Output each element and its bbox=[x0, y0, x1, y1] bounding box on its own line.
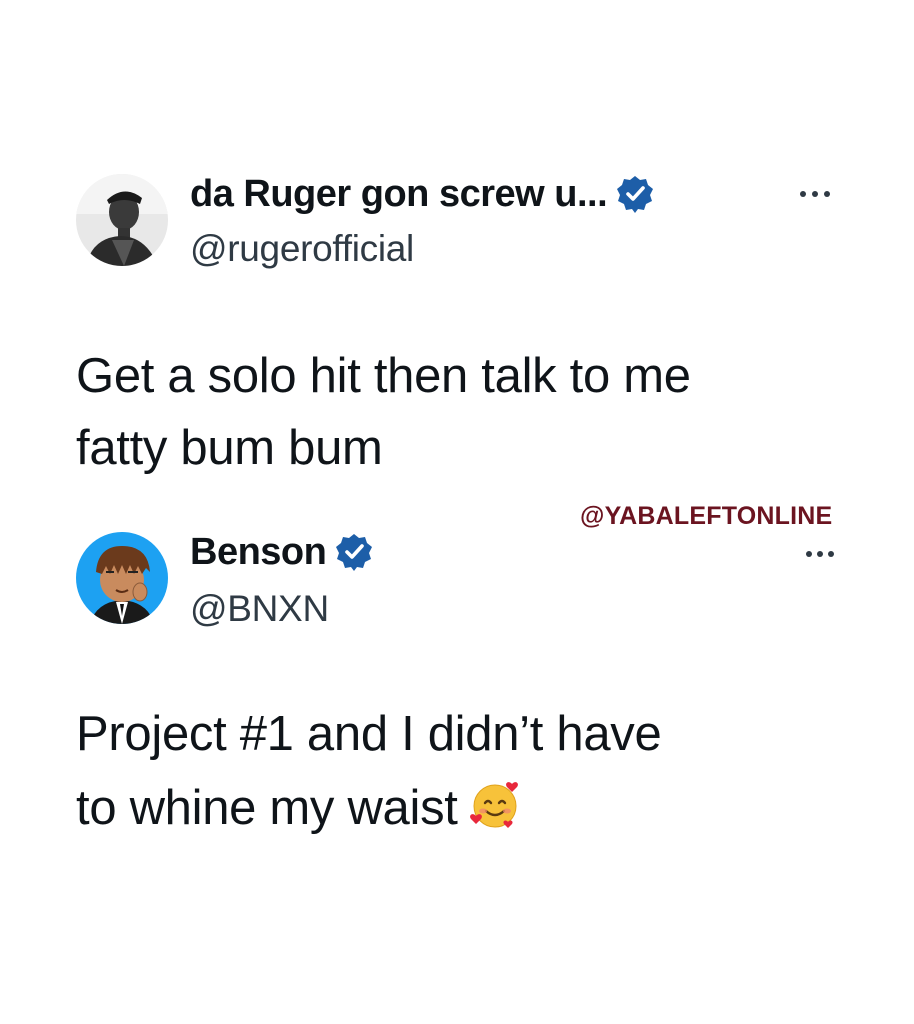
name-row: Benson bbox=[190, 526, 374, 578]
avatar[interactable] bbox=[76, 532, 168, 624]
tweet-2: Benson @BNXN Project #1 and I didn’t hav… bbox=[0, 0, 914, 1024]
smiling-face-with-hearts-icon bbox=[468, 778, 522, 832]
cartoon-avatar-icon bbox=[76, 532, 168, 624]
tweet-text-line-1: Project #1 and I didn’t have bbox=[76, 707, 662, 761]
handle[interactable]: @BNXN bbox=[190, 588, 329, 630]
verified-badge-icon bbox=[334, 532, 374, 572]
display-name[interactable]: Benson bbox=[190, 531, 327, 574]
tweet-text-line-2-text: to whine my waist bbox=[76, 781, 458, 835]
more-options-icon[interactable] bbox=[806, 546, 834, 562]
tweet-text-line-2: to whine my waist bbox=[76, 772, 522, 844]
